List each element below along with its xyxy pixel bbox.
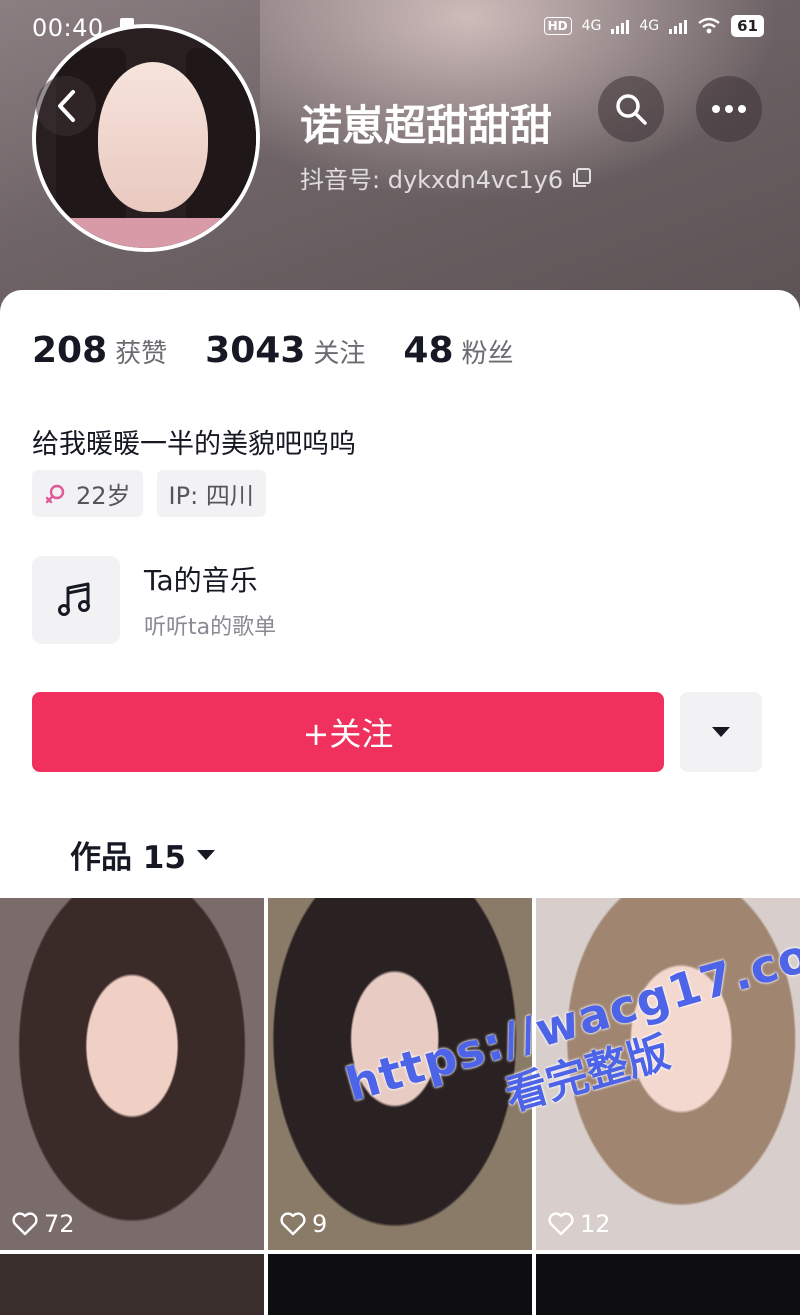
video-thumbnail[interactable] (268, 1254, 532, 1315)
douyin-id-row: 抖音号: dykxdn4vc1y6 (300, 160, 593, 195)
music-title: Ta的音乐 (144, 564, 258, 597)
video-thumbnail[interactable]: 72 (0, 898, 264, 1250)
network-4g-label: 4G (581, 18, 602, 34)
signal-icon (611, 18, 630, 34)
heart-icon (548, 1212, 574, 1236)
video-likes: 72 (12, 1210, 75, 1238)
music-subtitle: 听听ta的歌单 (144, 615, 277, 640)
wifi-icon (698, 17, 720, 34)
stat-likes[interactable]: 208 获赞 (32, 330, 167, 371)
ip-tag: IP: 四川 (156, 470, 266, 517)
tab-works[interactable]: 作品 15 (70, 832, 216, 877)
female-icon (45, 484, 65, 503)
ip-text: IP: 四川 (168, 482, 254, 510)
douyin-id: 抖音号: dykxdn4vc1y6 (300, 166, 564, 194)
profile-tags: 22岁 IP: 四川 (32, 470, 266, 517)
music-note-icon (58, 582, 90, 616)
caret-down-icon (196, 849, 215, 860)
age-text: 22岁 (76, 482, 131, 510)
music-icon-box (32, 556, 120, 644)
works-tab-label: 作品 15 (70, 840, 186, 876)
back-icon (58, 90, 75, 122)
hd-icon: HD (543, 17, 572, 35)
network-4g-label-2: 4G (639, 18, 660, 34)
age-tag: 22岁 (32, 470, 143, 517)
search-button[interactable] (598, 76, 664, 142)
signal-icon-2 (669, 18, 688, 34)
back-button[interactable] (36, 76, 96, 136)
search-icon (616, 94, 647, 125)
profile-nickname: 诺崽超甜甜甜 (300, 101, 553, 150)
avatar[interactable] (32, 24, 260, 252)
heart-icon (12, 1212, 38, 1236)
heart-icon (280, 1212, 306, 1236)
more-button[interactable] (696, 76, 762, 142)
video-likes: 9 (280, 1210, 327, 1238)
stat-followers[interactable]: 48 粉丝 (403, 330, 513, 371)
copy-icon[interactable] (571, 167, 593, 189)
video-thumbnail[interactable] (0, 1254, 264, 1315)
profile-bio: 给我暖暖一半的美貌吧呜呜 (32, 429, 356, 460)
profile-card: 208 获赞 3043 关注 48 粉丝 给我暖暖一半的美貌吧呜呜 22岁 IP: 四… (0, 290, 800, 910)
more-icon (712, 105, 746, 113)
music-entry[interactable]: Ta的音乐 听听ta的歌单 (32, 556, 276, 644)
stats-row: 208 获赞 3043 关注 48 粉丝 (32, 330, 514, 371)
stat-following[interactable]: 3043 关注 (205, 330, 365, 371)
follow-dropdown-button[interactable] (680, 692, 762, 772)
video-likes: 12 (548, 1210, 611, 1238)
status-icons: HD 4G 4G 61 (543, 15, 764, 37)
music-text: Ta的音乐 听听ta的歌单 (144, 559, 276, 641)
caret-down-icon (712, 727, 730, 737)
video-thumbnail[interactable] (536, 1254, 800, 1315)
battery-icon: 61 (731, 15, 764, 37)
follow-button[interactable]: +关注 (32, 692, 664, 772)
